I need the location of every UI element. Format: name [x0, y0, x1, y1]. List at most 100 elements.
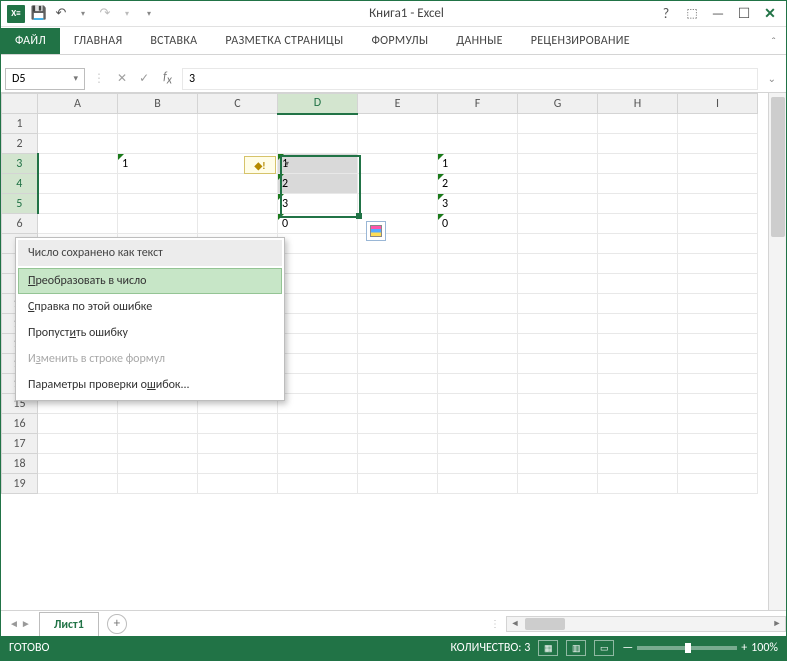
row-header-16[interactable]: 16 [2, 414, 38, 434]
chevron-down-icon[interactable]: ▾ [73, 73, 78, 84]
cell-H11[interactable] [598, 314, 678, 334]
cell-G17[interactable] [518, 434, 598, 454]
cell-A16[interactable] [38, 414, 118, 434]
sheet-prev-icon[interactable]: ◄ [9, 617, 19, 630]
hscroll-thumb[interactable] [525, 618, 565, 630]
cell-H7[interactable] [598, 234, 678, 254]
cell-D5[interactable]: 3 [278, 194, 358, 214]
cell-I17[interactable] [678, 434, 758, 454]
cell-G7[interactable] [518, 234, 598, 254]
cell-F8[interactable] [438, 254, 518, 274]
cell-A5[interactable] [38, 194, 118, 214]
cell-H18[interactable] [598, 454, 678, 474]
cell-H17[interactable] [598, 434, 678, 454]
select-all-corner[interactable] [2, 94, 38, 114]
cell-G19[interactable] [518, 474, 598, 494]
cell-G10[interactable] [518, 294, 598, 314]
cell-E19[interactable] [358, 474, 438, 494]
col-header-F[interactable]: F [438, 94, 518, 114]
cell-F2[interactable] [438, 134, 518, 154]
cell-B2[interactable] [118, 134, 198, 154]
cell-G15[interactable] [518, 394, 598, 414]
fx-icon[interactable]: fx [157, 70, 178, 87]
cell-A17[interactable] [38, 434, 118, 454]
cell-F16[interactable] [438, 414, 518, 434]
accept-formula-icon[interactable]: ✓ [135, 71, 153, 86]
tab-review[interactable]: РЕЦЕНЗИРОВАНИЕ [517, 28, 644, 54]
cell-I19[interactable] [678, 474, 758, 494]
cell-E12[interactable] [358, 334, 438, 354]
cell-H1[interactable] [598, 114, 678, 134]
cell-F19[interactable] [438, 474, 518, 494]
horizontal-scrollbar[interactable]: ◄ ► [506, 616, 786, 632]
cell-D1[interactable] [278, 114, 358, 134]
cell-H3[interactable] [598, 154, 678, 174]
ctx-item-help[interactable]: Справка по этой ошибке [18, 294, 282, 320]
zoom-in-icon[interactable]: + [741, 641, 747, 655]
cell-D8[interactable] [278, 254, 358, 274]
cell-D17[interactable] [278, 434, 358, 454]
cell-A19[interactable] [38, 474, 118, 494]
cell-E10[interactable] [358, 294, 438, 314]
cell-B19[interactable] [118, 474, 198, 494]
cell-B4[interactable] [118, 174, 198, 194]
cell-D7[interactable] [278, 234, 358, 254]
cell-C4[interactable] [198, 174, 278, 194]
cell-C17[interactable] [198, 434, 278, 454]
row-header-4[interactable]: 4 [2, 174, 38, 194]
cell-H19[interactable] [598, 474, 678, 494]
cell-I14[interactable] [678, 374, 758, 394]
tab-data[interactable]: ДАННЫЕ [442, 28, 516, 54]
cell-D10[interactable] [278, 294, 358, 314]
cell-H2[interactable] [598, 134, 678, 154]
cell-B1[interactable] [118, 114, 198, 134]
cell-I10[interactable] [678, 294, 758, 314]
cell-I7[interactable] [678, 234, 758, 254]
cell-C5[interactable] [198, 194, 278, 214]
sheet-next-icon[interactable]: ► [21, 617, 31, 630]
scroll-right-icon[interactable]: ► [769, 618, 785, 629]
formula-input[interactable]: 3 [182, 68, 758, 90]
cell-E11[interactable] [358, 314, 438, 334]
col-header-H[interactable]: H [598, 94, 678, 114]
redo-dropdown-icon[interactable]: ▾ [119, 6, 135, 22]
cell-G16[interactable] [518, 414, 598, 434]
cell-I5[interactable] [678, 194, 758, 214]
collapse-ribbon-icon[interactable]: ˆ [761, 32, 786, 54]
row-header-17[interactable]: 17 [2, 434, 38, 454]
expand-formula-bar-icon[interactable]: ⌄ [762, 72, 782, 85]
cell-F3[interactable]: 1 [438, 154, 518, 174]
cell-F18[interactable] [438, 454, 518, 474]
row-header-6[interactable]: 6 [2, 214, 38, 234]
cell-G14[interactable] [518, 374, 598, 394]
paste-options-smart-tag[interactable] [366, 221, 386, 241]
tab-home[interactable]: ГЛАВНАЯ [60, 28, 136, 54]
cell-H10[interactable] [598, 294, 678, 314]
cell-D18[interactable] [278, 454, 358, 474]
cell-I6[interactable] [678, 214, 758, 234]
cell-E17[interactable] [358, 434, 438, 454]
cell-C6[interactable] [198, 214, 278, 234]
cell-I18[interactable] [678, 454, 758, 474]
cell-F7[interactable] [438, 234, 518, 254]
maximize-icon[interactable]: ☐ [732, 4, 756, 24]
cell-G13[interactable] [518, 354, 598, 374]
col-header-B[interactable]: B [118, 94, 198, 114]
help-icon[interactable]: ? [654, 4, 678, 24]
undo-icon[interactable]: ↶ [53, 6, 69, 22]
cell-D9[interactable] [278, 274, 358, 294]
view-normal-icon[interactable]: ▦ [538, 640, 558, 656]
cell-B6[interactable] [118, 214, 198, 234]
cell-A3[interactable] [38, 154, 118, 174]
cell-D19[interactable] [278, 474, 358, 494]
scroll-left-icon[interactable]: ◄ [507, 618, 523, 629]
cell-G18[interactable] [518, 454, 598, 474]
cell-F14[interactable] [438, 374, 518, 394]
cell-G11[interactable] [518, 314, 598, 334]
cell-C19[interactable] [198, 474, 278, 494]
cell-D3[interactable]: 1 [278, 154, 358, 174]
col-header-I[interactable]: I [678, 94, 758, 114]
minimize-icon[interactable]: — [706, 4, 730, 24]
cell-C1[interactable] [198, 114, 278, 134]
cell-F1[interactable] [438, 114, 518, 134]
